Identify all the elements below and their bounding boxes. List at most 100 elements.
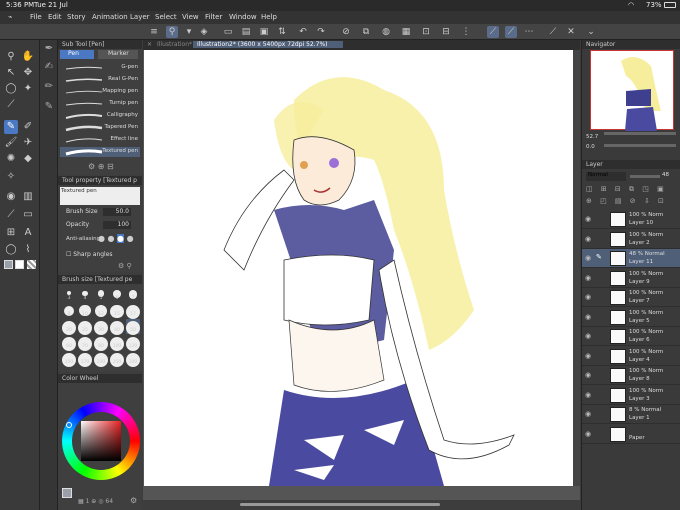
- layer-row[interactable]: ◉ 100 % Norm Layer 6: [582, 327, 680, 346]
- toolprop-settings-icon[interactable]: ⚙ ⚲: [118, 262, 132, 270]
- menu-layer[interactable]: Layer: [130, 13, 150, 21]
- menu-animation[interactable]: Animation: [92, 13, 128, 21]
- nav-zoom-value[interactable]: 52.7: [586, 134, 598, 140]
- brush-mapping-pen[interactable]: Mapping pen: [60, 87, 140, 97]
- current-color-swatch[interactable]: [62, 488, 72, 498]
- eye-icon[interactable]: ◉: [585, 410, 591, 418]
- brush-size-cell[interactable]: 300: [126, 351, 140, 367]
- tab-pen[interactable]: Pen: [60, 50, 94, 59]
- colorwheel-settings-icon[interactable]: ⚙: [130, 496, 137, 505]
- blend-mode-select[interactable]: Normal: [586, 172, 626, 181]
- layer-actions-row[interactable]: ⊕ ◰ ▤ ⊘ ⇩ ⊡: [586, 197, 667, 205]
- brush-size-cell[interactable]: 50: [126, 319, 140, 335]
- tab-marker[interactable]: Marker: [98, 50, 138, 59]
- eye-icon[interactable]: ◉: [585, 313, 591, 321]
- figure-icon[interactable]: ⟋: [4, 208, 18, 222]
- brush-size-cell[interactable]: 3: [62, 287, 76, 302]
- eye-icon[interactable]: ◉: [585, 274, 591, 282]
- blend-icon[interactable]: ✧: [4, 170, 18, 184]
- navigator-preview[interactable]: [590, 50, 674, 131]
- layer-row[interactable]: ◉ 100 % Norm Layer 10: [582, 210, 680, 229]
- redo-icon[interactable]: ↷: [315, 26, 327, 38]
- pencil-icon[interactable]: ✐: [21, 120, 35, 134]
- subtool-settings-icon[interactable]: ⚙ ⊕ ⊟: [88, 162, 114, 171]
- undo-icon[interactable]: ↶: [297, 26, 309, 38]
- nav-angle-value[interactable]: 0.0: [586, 144, 595, 150]
- close-panel-icon[interactable]: ✕: [565, 26, 577, 38]
- move-layer-icon[interactable]: ✥: [21, 66, 35, 80]
- invert-selection-icon[interactable]: ⊟: [440, 26, 452, 38]
- layer-row[interactable]: ◉ 48 % Normal Layer 11 ✎: [582, 249, 680, 268]
- brush-size-cell[interactable]: 7: [126, 287, 140, 302]
- collapse-icon[interactable]: ⌄: [585, 26, 597, 38]
- home-indicator[interactable]: [240, 503, 440, 506]
- canvas-scrollbar[interactable]: [573, 50, 580, 486]
- eraser-icon[interactable]: ◆: [21, 152, 35, 166]
- drawing-canvas[interactable]: [144, 50, 573, 486]
- brush-size-cell[interactable]: 10: [78, 303, 92, 318]
- quick-access-small-icon[interactable]: ▾: [183, 26, 195, 38]
- ruler-snap-icon[interactable]: ⟋: [487, 26, 499, 38]
- tab-illustration[interactable]: Illustration*: [157, 41, 192, 48]
- layer-row[interactable]: ◉ 100 % Norm Layer 2: [582, 230, 680, 249]
- fill-icon[interactable]: ◍: [380, 26, 392, 38]
- brush-turnip-pen[interactable]: Turnip pen: [60, 99, 140, 109]
- layer-row[interactable]: ◉ 100 % Norm Layer 4: [582, 347, 680, 366]
- antialias-selector[interactable]: ● ● ● ●: [98, 234, 134, 243]
- snap-icon[interactable]: ⋮: [460, 26, 472, 38]
- layer-row[interactable]: ◉ 100 % Norm Layer 8: [582, 366, 680, 385]
- menu-icon[interactable]: ≡: [148, 26, 160, 38]
- zoom-slider[interactable]: [604, 132, 676, 135]
- transparent-color-swatch[interactable]: [27, 260, 36, 269]
- brush-size-cell[interactable]: 5: [94, 287, 108, 302]
- app-logo-icon[interactable]: ⌁: [8, 13, 12, 21]
- layer-row[interactable]: ◉ 100 % Norm Layer 5: [582, 308, 680, 327]
- decoration-icon[interactable]: ✺: [4, 152, 18, 166]
- grid-snap-icon[interactable]: ⋯: [523, 26, 535, 38]
- menu-filter[interactable]: Filter: [205, 13, 222, 21]
- brush-size-cell[interactable]: 150: [62, 351, 76, 367]
- pen-icon[interactable]: ✎: [4, 120, 18, 134]
- saturation-square[interactable]: [81, 421, 121, 461]
- brush-size-cell[interactable]: 20: [62, 319, 76, 335]
- brush-size-cell[interactable]: 12: [94, 303, 108, 318]
- brush-size-cell[interactable]: 170: [78, 351, 92, 367]
- brush-size-cell[interactable]: 80: [94, 335, 108, 351]
- eye-icon[interactable]: ◉: [585, 352, 591, 360]
- brush-size-cell[interactable]: 40: [110, 319, 124, 335]
- clear-icon[interactable]: ⊘: [340, 26, 352, 38]
- balloon-icon[interactable]: ◯: [4, 243, 18, 257]
- layer-row[interactable]: ◉ 100 % Norm Layer 7: [582, 288, 680, 307]
- perspective-icon[interactable]: ⟋: [547, 26, 559, 38]
- frame-icon[interactable]: ▭: [21, 208, 35, 222]
- layer-row[interactable]: ◉ Paper: [582, 425, 680, 444]
- layer-row[interactable]: ◉ 8 % Normal Layer 1: [582, 405, 680, 424]
- brush-size-cell[interactable]: 70: [78, 335, 92, 351]
- brush-size-cell[interactable]: 4: [78, 287, 92, 302]
- sub-color-swatch[interactable]: [15, 260, 24, 269]
- save-icon[interactable]: ▣: [258, 26, 270, 38]
- brush-size-cell[interactable]: 30: [94, 319, 108, 335]
- brush-size-input[interactable]: 50.0: [103, 208, 131, 216]
- brush-size-cell[interactable]: 200: [94, 351, 108, 367]
- brush-subtool-icon[interactable]: ✎: [42, 100, 56, 114]
- opacity-input[interactable]: 100: [103, 221, 131, 229]
- ruler-icon[interactable]: ⊞: [4, 226, 18, 240]
- tab-illustration2[interactable]: Illustration2* (3600 x 5400px 72dpi 52.7…: [193, 41, 343, 48]
- gradient-icon[interactable]: ▥: [21, 190, 35, 204]
- brush-size-cell[interactable]: 100: [110, 335, 124, 351]
- close-tab-icon[interactable]: ✕: [147, 41, 152, 48]
- brush-size-cell[interactable]: 6: [110, 287, 124, 302]
- brush-g-pen[interactable]: G-pen: [60, 63, 140, 73]
- angle-slider[interactable]: [604, 144, 676, 147]
- marker-subtool-icon[interactable]: ✍: [42, 60, 56, 74]
- eye-icon[interactable]: ◉: [585, 235, 591, 243]
- lasso-icon[interactable]: ◯: [4, 82, 18, 96]
- ruler-special-icon[interactable]: ⟋: [505, 26, 517, 38]
- menu-story[interactable]: Story: [67, 13, 86, 21]
- eye-icon[interactable]: ◉: [585, 371, 591, 379]
- layer-row[interactable]: ◉ 100 % Norm Layer 9: [582, 269, 680, 288]
- eye-icon[interactable]: ◉: [585, 254, 591, 262]
- layer-opacity-value[interactable]: 48: [662, 172, 669, 178]
- menu-edit[interactable]: Edit: [48, 13, 62, 21]
